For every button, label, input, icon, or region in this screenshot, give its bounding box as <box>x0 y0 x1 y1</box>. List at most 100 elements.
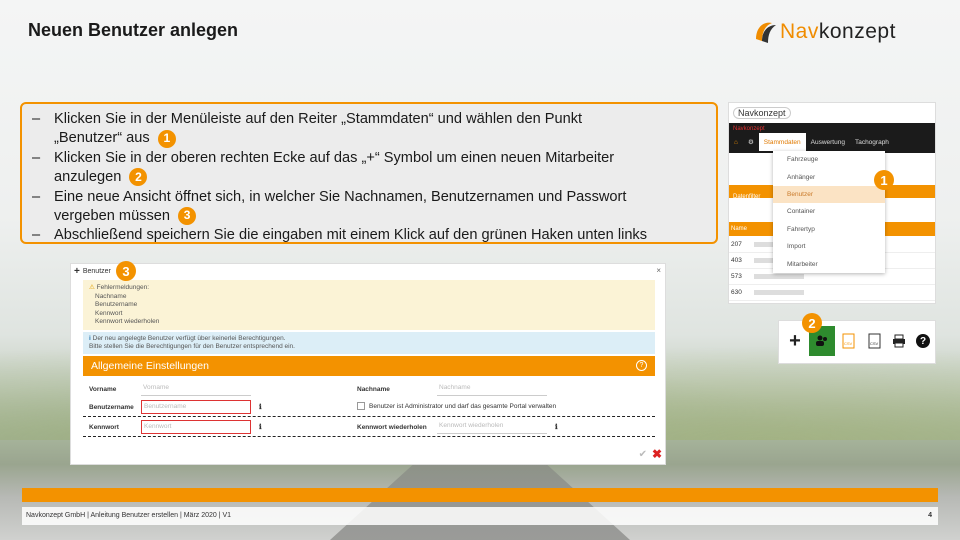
section-title: Allgemeine Einstellungen <box>91 360 209 372</box>
app-red-label: Navkonzept <box>733 126 765 132</box>
warning-icon: ⚠ <box>89 284 95 291</box>
app-menu: ⌂ ⚙ Stammdaten Auswertung Tachograph <box>729 133 935 151</box>
instruction-item: – Abschließend speichern Sie die eingabe… <box>28 226 706 245</box>
benutzername-input[interactable]: Benutzername <box>141 400 251 414</box>
info-icon: ℹ <box>555 424 558 431</box>
admin-checkbox[interactable] <box>357 402 365 410</box>
info-icon: ℹ <box>259 424 262 431</box>
nachname-input[interactable]: Nachname <box>437 382 547 396</box>
vorname-label: Vorname <box>89 386 117 393</box>
cancel-x-icon[interactable]: ✖ <box>652 447 662 461</box>
form-row-names: Vorname Vorname Nachname Nachname <box>83 380 655 398</box>
warning-item: Kennwort wiederholen <box>95 318 160 326</box>
instruction-text: Eine neue Ansicht öffnet sich, in welche… <box>54 188 627 205</box>
form-title: Benutzer <box>82 267 111 275</box>
kennwort-input[interactable]: Kennwort <box>141 420 251 434</box>
bullet-dash: – <box>32 227 41 244</box>
step-badge: 3 <box>178 207 197 226</box>
table-header-name: Name <box>731 226 748 232</box>
filter-bar-right <box>885 185 935 198</box>
bullet-dash: – <box>32 188 41 205</box>
document-icon: CSV <box>868 333 881 349</box>
document-icon: CSV <box>842 333 855 349</box>
row-id: 573 <box>731 273 742 280</box>
instruction-item: – Klicken Sie in der oberen rechten Ecke… <box>28 149 706 188</box>
vorname-input[interactable]: Vorname <box>141 382 251 396</box>
dropdown-item[interactable]: Import <box>773 238 885 255</box>
instruction-text: „Benutzer“ aus <box>54 130 150 147</box>
home-icon[interactable]: ⌂ <box>729 139 743 146</box>
instruction-text: Abschließend speichern Sie die eingaben … <box>54 227 648 244</box>
info-icon: ℹ <box>259 404 262 411</box>
dropdown-item[interactable]: Anhänger <box>773 168 885 185</box>
app-logo: Navkonzept <box>733 107 791 119</box>
svg-text:CSV: CSV <box>844 341 853 346</box>
filter-label: Datenfilter <box>733 194 761 200</box>
row-id: 630 <box>731 289 742 296</box>
menu-tachograph[interactable]: Tachograph <box>850 139 894 146</box>
footer: Navkonzept GmbH | Anleitung Benutzer ers… <box>22 507 938 525</box>
user-form-screenshot: + Benutzer × ⚠ Fehlermeldungen: Nachname… <box>70 263 666 465</box>
help-button[interactable]: ? <box>911 326 935 356</box>
step-marker-2: 2 <box>802 313 822 333</box>
plus-icon: + <box>74 265 80 277</box>
instruction-text: anzulegen <box>54 169 122 186</box>
csv-import-icon[interactable]: CSV <box>863 326 887 356</box>
warning-item: Benutzername <box>95 301 138 309</box>
page-title: Neuen Benutzer anlegen <box>28 20 239 40</box>
dropdown-item[interactable]: Mitarbeiter <box>773 255 885 272</box>
highlight-dash-bottom <box>83 436 655 437</box>
info-text: Bitte stellen Sie die Berechtigungen für… <box>89 343 295 351</box>
warning-title: Fehlermeldungen: <box>96 284 150 291</box>
help-icon: ? <box>916 334 930 348</box>
slide: Neuen Benutzer anlegen Navkonzept – Klic… <box>0 0 960 540</box>
form-header: + Benutzer <box>71 264 665 278</box>
printer-icon <box>893 334 905 348</box>
instruction-item: – Eine neue Ansicht öffnet sich, in welc… <box>28 188 706 227</box>
close-icon[interactable]: × <box>656 266 661 275</box>
print-icon[interactable] <box>887 326 911 356</box>
add-button[interactable]: + <box>783 326 807 356</box>
app-header: Navkonzept <box>729 103 935 123</box>
warning-item: Kennwort <box>95 309 123 317</box>
step-badge: 2 <box>129 168 148 187</box>
row-id: 403 <box>731 257 742 264</box>
instruction-text: vergeben müssen <box>54 208 171 225</box>
dropdown-item-benutzer[interactable]: Benutzer <box>773 185 885 204</box>
benutzername-label: Benutzername <box>89 404 134 411</box>
page-number: 4 <box>928 512 932 519</box>
csv-export-icon[interactable]: CSV <box>837 326 861 356</box>
menu-stammdaten[interactable]: Stammdaten <box>758 133 806 151</box>
dropdown-item[interactable]: Fahrzeuge <box>773 151 885 168</box>
form-row-password: Kennwort Kennwort ℹ Kennwort wiederholen… <box>83 418 655 436</box>
warning-item: Nachname <box>95 292 127 300</box>
gear-icon[interactable]: ⚙ <box>743 138 759 146</box>
info-icon: i <box>89 335 91 342</box>
svg-text:CSV: CSV <box>870 341 879 346</box>
kennwort-wiederholen-label: Kennwort wiederholen <box>357 424 427 431</box>
section-header: Allgemeine Einstellungen ? <box>83 356 655 376</box>
info-text: Der neu angelegte Benutzer verfügt über … <box>92 335 286 342</box>
table-header: Name <box>729 222 773 236</box>
people-icon <box>816 335 827 346</box>
nachname-label: Nachname <box>357 386 390 393</box>
instruction-box: – Klicken Sie in der Menüleiste auf den … <box>20 102 718 244</box>
footer-text: Navkonzept GmbH | Anleitung Benutzer ers… <box>26 512 232 519</box>
accent-bar <box>22 488 938 502</box>
save-checkmark-icon[interactable]: ✔ <box>639 449 647 460</box>
dropdown-item[interactable]: Container <box>773 203 885 220</box>
form-row-username: Benutzername Benutzername ℹ Benutzer ist… <box>83 398 655 416</box>
step-badge: 1 <box>157 129 176 148</box>
admin-label: Benutzer ist Administrator und darf das … <box>369 403 557 410</box>
kennwort-label: Kennwort <box>89 424 119 431</box>
instruction-item: – Klicken Sie in der Menüleiste auf den … <box>28 110 706 149</box>
table-row[interactable]: 630 <box>729 285 935 301</box>
bullet-dash: – <box>32 149 41 166</box>
dropdown-item[interactable]: Fahrertyp <box>773 221 885 238</box>
form-footer: ✔ ✖ <box>71 444 665 464</box>
table-header-right <box>885 222 935 236</box>
bullet-dash: – <box>32 111 41 127</box>
menu-auswertung[interactable]: Auswertung <box>806 139 850 146</box>
help-icon[interactable]: ? <box>636 360 647 371</box>
kennwort-wiederholen-input[interactable]: Kennwort wiederholen <box>437 420 547 434</box>
